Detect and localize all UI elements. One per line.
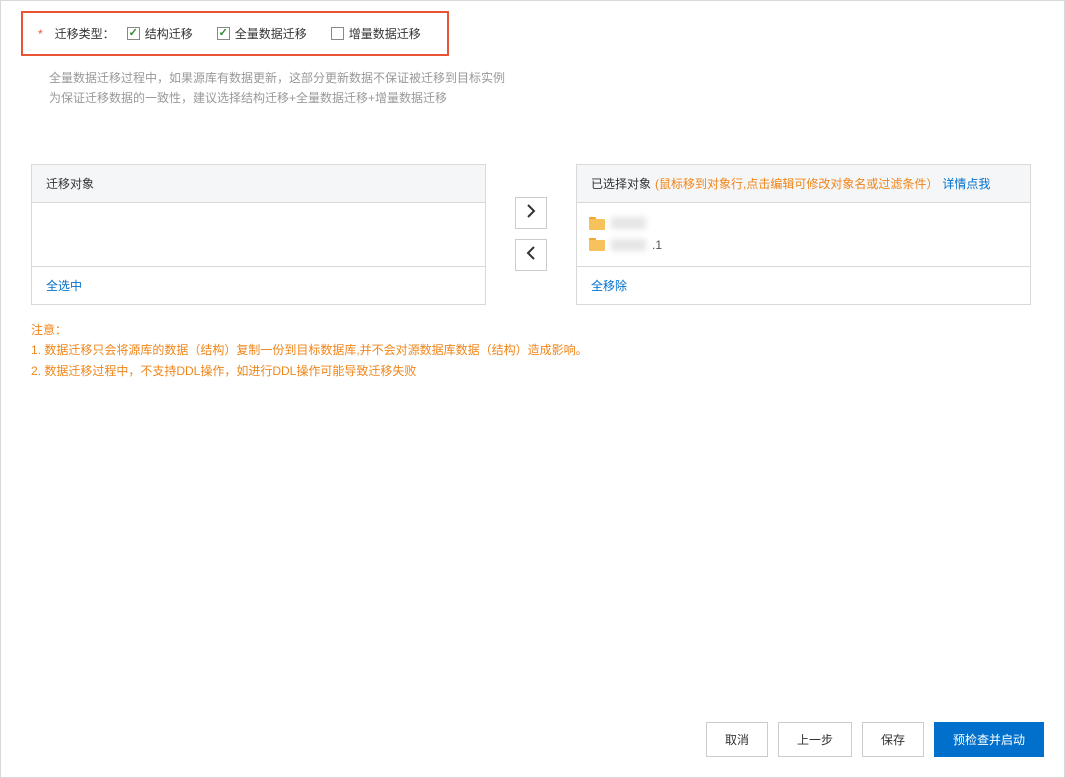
description-text: 全量数据迁移过程中，如果源库有数据更新，这部分更新数据不保证被迁移到目标实例 为… — [49, 68, 1044, 109]
transfer-buttons — [486, 164, 576, 305]
prev-button[interactable]: 上一步 — [778, 722, 852, 757]
precheck-start-button[interactable]: 预检查并启动 — [934, 722, 1044, 757]
tree-item-label — [611, 239, 646, 251]
migration-type-options: 结构迁移 全量数据迁移 增量数据迁移 — [127, 25, 421, 42]
notice-heading: 注意： — [31, 320, 1044, 340]
checkbox-label: 结构迁移 — [145, 25, 193, 42]
checkbox-label: 全量数据迁移 — [235, 25, 307, 42]
checkbox-incremental-data-migration[interactable]: 增量数据迁移 — [331, 25, 421, 42]
footer-buttons: 取消 上一步 保存 预检查并启动 — [706, 722, 1044, 757]
checkbox-structure-migration[interactable]: 结构迁移 — [127, 25, 193, 42]
source-panel: 迁移对象 全选中 — [31, 164, 486, 305]
checkbox-icon — [331, 27, 344, 40]
target-panel-footer: 全移除 — [577, 266, 1030, 304]
tree-item-label — [611, 217, 646, 229]
migration-type-label: 迁移类型： — [55, 25, 115, 42]
move-right-button[interactable] — [515, 197, 547, 229]
description-line1: 全量数据迁移过程中，如果源库有数据更新，这部分更新数据不保证被迁移到目标实例 — [49, 68, 1044, 88]
tree-item[interactable]: .1 — [587, 234, 1020, 256]
target-panel-body[interactable]: .1 — [577, 203, 1030, 266]
notice-line2: 2. 数据迁移过程中，不支持DDL操作，如进行DDL操作可能导致迁移失败 — [31, 361, 1044, 381]
save-button[interactable]: 保存 — [862, 722, 924, 757]
migration-type-row: * 迁移类型： 结构迁移 全量数据迁移 增量数据迁移 — [21, 11, 449, 56]
source-panel-header: 迁移对象 — [32, 165, 485, 203]
checkbox-icon — [127, 27, 140, 40]
cancel-button[interactable]: 取消 — [706, 722, 768, 757]
notice-line1: 1. 数据迁移只会将源库的数据（结构）复制一份到目标数据库,并不会对源数据库数据… — [31, 340, 1044, 360]
target-panel-title: 已选择对象 — [591, 175, 651, 192]
source-panel-body[interactable] — [32, 203, 485, 266]
checkbox-label: 增量数据迁移 — [349, 25, 421, 42]
tree-item-suffix: .1 — [652, 238, 662, 252]
transfer-panels: 迁移对象 全选中 已选择对象 (鼠标移到对象行,点击编辑可修改对象 — [31, 164, 1044, 305]
notice-section: 注意： 1. 数据迁移只会将源库的数据（结构）复制一份到目标数据库,并不会对源数… — [31, 320, 1044, 381]
folder-icon — [589, 217, 605, 230]
chevron-left-icon — [526, 246, 536, 265]
tree-item[interactable] — [587, 213, 1020, 234]
checkbox-icon — [217, 27, 230, 40]
folder-icon — [589, 238, 605, 251]
source-panel-footer: 全选中 — [32, 266, 485, 304]
select-all-link[interactable]: 全选中 — [46, 279, 82, 293]
target-panel-header: 已选择对象 (鼠标移到对象行,点击编辑可修改对象名或过滤条件） 详情点我 — [577, 165, 1030, 203]
chevron-right-icon — [526, 204, 536, 223]
checkbox-full-data-migration[interactable]: 全量数据迁移 — [217, 25, 307, 42]
target-panel-hint: (鼠标移到对象行,点击编辑可修改对象名或过滤条件） — [655, 175, 938, 192]
target-panel-details-link[interactable]: 详情点我 — [942, 175, 990, 192]
move-left-button[interactable] — [515, 239, 547, 271]
target-panel: 已选择对象 (鼠标移到对象行,点击编辑可修改对象名或过滤条件） 详情点我 .1 … — [576, 164, 1031, 305]
required-star: * — [38, 27, 43, 41]
source-panel-title: 迁移对象 — [46, 175, 94, 192]
description-line2: 为保证迁移数据的一致性，建议选择结构迁移+全量数据迁移+增量数据迁移 — [49, 88, 1044, 108]
remove-all-link[interactable]: 全移除 — [591, 279, 627, 293]
